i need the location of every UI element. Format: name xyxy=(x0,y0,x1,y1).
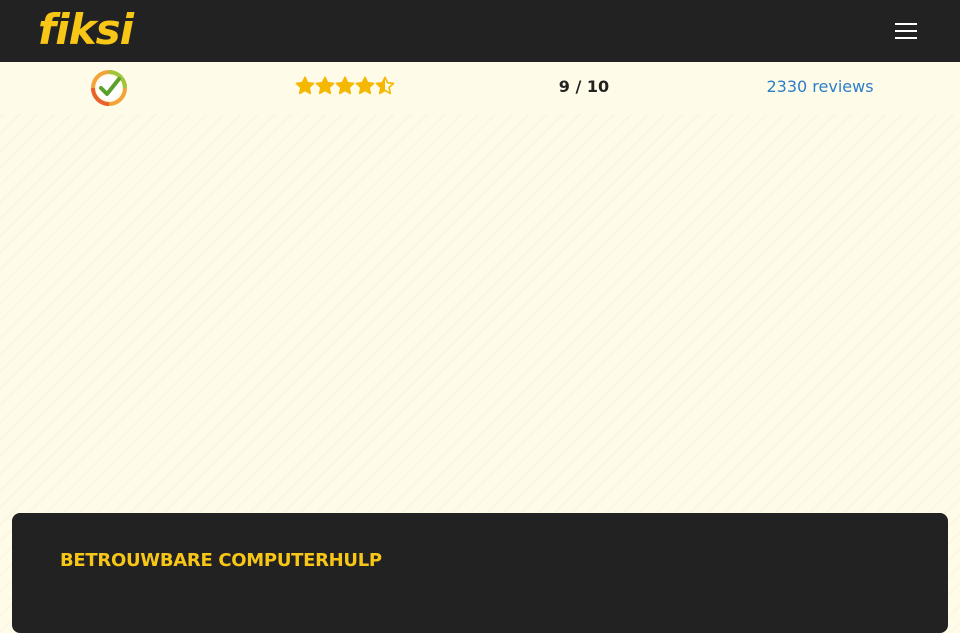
hamburger-menu-icon-bar xyxy=(895,37,917,39)
star-rating xyxy=(295,76,395,98)
rating-bar: 9 / 10 2330 reviews xyxy=(0,62,960,114)
site-header: fiksi xyxy=(0,0,960,62)
star-half-icon xyxy=(375,76,395,95)
star-full-icon xyxy=(335,76,355,95)
reviews-link[interactable]: 2330 reviews xyxy=(740,76,900,98)
hamburger-menu-icon xyxy=(895,23,917,25)
star-full-icon xyxy=(315,76,335,95)
fiksi-logo[interactable]: fiksi xyxy=(38,8,134,52)
menu-button[interactable] xyxy=(890,16,922,46)
trusted-help-section: BETROUWBARE COMPUTERHULP xyxy=(12,513,948,633)
score-value: 9 / 10 xyxy=(558,77,610,96)
checkmark-seal-icon xyxy=(91,70,127,106)
section-title: BETROUWBARE COMPUTERHULP xyxy=(60,550,382,571)
star-full-icon xyxy=(355,76,375,95)
star-full-icon xyxy=(295,76,315,95)
hamburger-menu-icon-bar xyxy=(895,30,917,32)
